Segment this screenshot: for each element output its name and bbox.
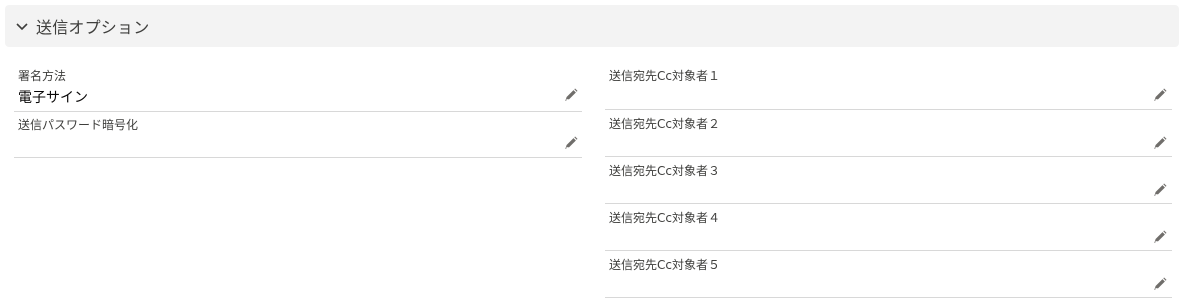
field-label: 送信宛先Cc対象者３ bbox=[609, 164, 720, 178]
pencil-icon[interactable] bbox=[1153, 136, 1167, 150]
section-header-send-options[interactable]: 送信オプション bbox=[5, 5, 1179, 47]
field-send-password-encryption: 送信パスワード暗号化 bbox=[14, 112, 582, 158]
field-value: 電子サイン bbox=[18, 90, 88, 106]
field-cc-recipient-5: 送信宛先Cc対象者５ bbox=[605, 251, 1172, 298]
section-title: 送信オプション bbox=[36, 18, 150, 37]
field-label: 送信宛先Cc対象者４ bbox=[609, 211, 720, 225]
field-label: 署名方法 bbox=[18, 69, 67, 83]
pencil-icon[interactable] bbox=[564, 88, 578, 102]
chevron-down-icon[interactable] bbox=[14, 18, 30, 34]
field-label: 送信宛先Cc対象者２ bbox=[609, 117, 720, 131]
pencil-icon[interactable] bbox=[564, 136, 578, 150]
pencil-icon[interactable] bbox=[1153, 230, 1167, 244]
field-label: 送信宛先Cc対象者５ bbox=[609, 258, 720, 272]
field-cc-recipient-2: 送信宛先Cc対象者２ bbox=[605, 110, 1172, 157]
field-cc-recipient-1: 送信宛先Cc対象者１ bbox=[605, 63, 1172, 110]
field-label: 送信パスワード暗号化 bbox=[18, 118, 139, 132]
field-label: 送信宛先Cc対象者１ bbox=[609, 69, 720, 83]
pencil-icon[interactable] bbox=[1153, 277, 1167, 291]
field-cc-recipient-3: 送信宛先Cc対象者３ bbox=[605, 157, 1172, 204]
field-signature-method: 署名方法 電子サイン bbox=[14, 66, 582, 112]
pencil-icon[interactable] bbox=[1153, 88, 1167, 102]
field-cc-recipient-4: 送信宛先Cc対象者４ bbox=[605, 204, 1172, 251]
pencil-icon[interactable] bbox=[1153, 183, 1167, 197]
